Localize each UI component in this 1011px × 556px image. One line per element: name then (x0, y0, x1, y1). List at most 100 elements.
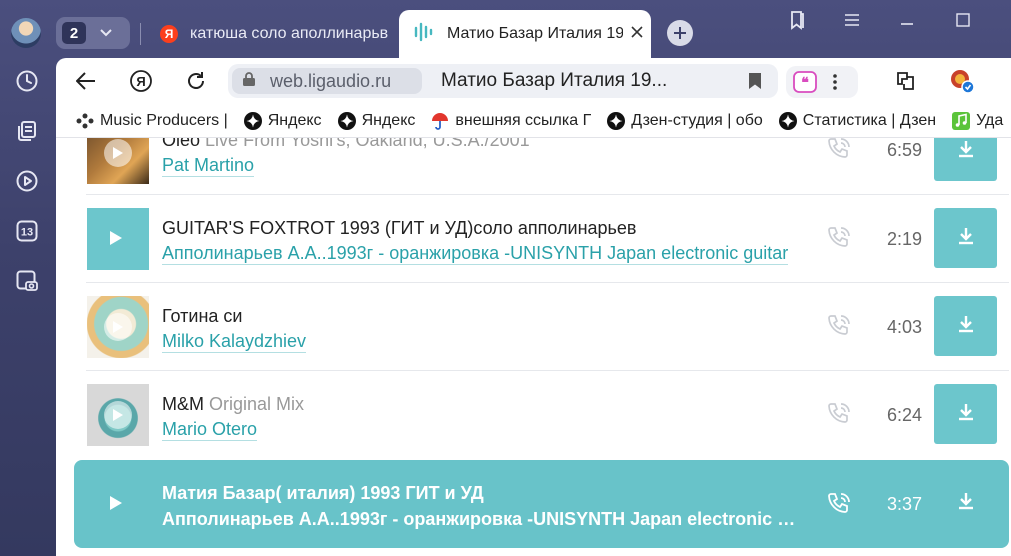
svg-text:❝: ❝ (801, 74, 809, 90)
track-title: Готина си (162, 306, 802, 327)
track-artist-link[interactable]: Milko Kalaydzhiev (162, 330, 307, 353)
track-duration: 6:24 (886, 405, 922, 425)
track-title-text: Готина си (162, 306, 243, 326)
bookmark-item-0[interactable]: Music Producers | (76, 112, 228, 130)
bookmark-label: Яндекс (267, 111, 322, 129)
tab-strip: 2 Я катюша соло аполлинарьв Матио Базар … (56, 0, 1011, 58)
track-row[interactable]: Oleo Live From Yoshi's, Oakland, U.S.A./… (74, 138, 1009, 195)
track-cover-placeholder (87, 473, 149, 535)
phone-ringtone-icon[interactable] (826, 225, 852, 256)
bookmark-item-3[interactable]: внешняя ссылка Г (431, 112, 591, 130)
bookmark-item-1[interactable]: Яндекс (243, 111, 322, 130)
bookmark-label: Music Producers | (100, 111, 228, 129)
reload-icon[interactable] (182, 67, 210, 95)
bookmark-item-4[interactable]: Дзен-студия | обо (607, 111, 763, 130)
screenshot-icon[interactable] (13, 267, 41, 295)
track-cover-image (87, 384, 149, 446)
track-mix: Original Mix (209, 394, 305, 414)
bookmarks-bar: Music Producers | Яндекс Яндекс внешняя … (56, 104, 1011, 138)
track-title-text: Матия Базар( италия) 1993 ГИТ и УД (162, 483, 484, 503)
phone-ringtone-icon[interactable] (826, 491, 852, 522)
bookmark-item-2[interactable]: Яндекс (337, 111, 415, 130)
play-icon[interactable] (109, 495, 123, 516)
track-title-text: M&M (162, 394, 204, 414)
history-icon[interactable] (13, 67, 41, 95)
track-title-text: GUITAR'S FOXTROT 1993 (ГИТ и УД)соло апп… (162, 218, 637, 238)
play-icon[interactable] (104, 139, 132, 167)
download-button[interactable] (934, 208, 997, 268)
track-artist-link[interactable]: Апполинарьев А.А..1993г - оранжировка -U… (162, 508, 804, 530)
tab-group-button[interactable]: 2 (56, 17, 130, 49)
track-artist-link[interactable]: Апполинарьев А.А..1993г - оранжировка -U… (162, 242, 789, 265)
track-mix: Live From Yoshi's, Oakland, U.S.A./2001 (205, 138, 530, 150)
track-artist-link[interactable]: Mario Otero (162, 418, 258, 441)
download-button[interactable] (934, 384, 997, 444)
download-icon (956, 226, 976, 251)
calendar-icon[interactable]: 13 (13, 217, 41, 245)
bookmark-item-5[interactable]: Статистика | Дзен (778, 111, 937, 130)
profile-avatar[interactable] (11, 18, 41, 48)
address-bar[interactable]: web.ligaudio.ru Матио Базар Италия 19... (228, 64, 778, 98)
svg-text:Я: Я (136, 74, 145, 89)
track-duration: 6:59 (886, 140, 922, 160)
track-title: M&M Original Mix (162, 394, 802, 415)
close-icon[interactable] (631, 25, 643, 43)
phone-ringtone-icon[interactable] (826, 138, 852, 167)
zen-icon (243, 111, 262, 130)
phone-ringtone-icon[interactable] (826, 313, 852, 344)
track-cover-placeholder (87, 208, 149, 270)
play-icon[interactable] (109, 230, 123, 251)
bookmark-label: Уда (976, 111, 1004, 129)
more-vertical-icon[interactable] (832, 73, 838, 96)
extension-badge-icon[interactable] (948, 67, 976, 95)
track-row-active[interactable]: Матия Базар( италия) 1993 ГИТ и УД Аппол… (74, 460, 1009, 548)
download-button[interactable] (934, 296, 997, 356)
download-icon (956, 402, 976, 427)
track-duration: 3:37 (886, 494, 922, 514)
bookmark-label: внешняя ссылка Г (455, 111, 592, 129)
bookmark-label: Статистика | Дзен (802, 111, 937, 129)
bookmark-item-6[interactable]: Уда (952, 111, 1004, 130)
play-icon[interactable] (104, 401, 132, 429)
track-title: Матия Базар( италия) 1993 ГИТ и УД (162, 483, 802, 504)
tab-count: 2 (62, 22, 86, 44)
download-button[interactable] (934, 138, 997, 181)
tab-yandex-search[interactable]: Я катюша соло аполлинарьв (160, 18, 396, 50)
tab-divider (140, 23, 141, 45)
phone-ringtone-icon[interactable] (826, 401, 852, 432)
back-icon[interactable] (72, 67, 100, 95)
download-button[interactable] (934, 473, 997, 533)
track-row[interactable]: GUITAR'S FOXTROT 1993 (ГИТ и УД)соло апп… (74, 195, 1009, 283)
maximize-icon[interactable] (948, 8, 978, 32)
video-play-icon[interactable] (13, 167, 41, 195)
zen-icon (778, 111, 797, 130)
tab-title: катюша соло аполлинарьв (190, 25, 389, 42)
yandex-logo-icon: Я (160, 25, 178, 43)
umbrella-icon (431, 112, 449, 130)
collections-icon[interactable] (13, 117, 41, 145)
url-domain: web.ligaudio.ru (270, 70, 392, 91)
extensions-icon[interactable] (892, 67, 920, 95)
bookmark-label: Дзен-студия | обо (631, 111, 763, 129)
menu-icon[interactable] (837, 8, 867, 32)
yandex-home-icon[interactable]: Я (127, 67, 155, 95)
zen-icon (607, 111, 626, 130)
track-duration: 4:03 (886, 317, 922, 337)
new-tab-button[interactable] (667, 20, 693, 46)
play-icon[interactable] (104, 313, 132, 341)
bookmark-icon[interactable] (748, 72, 762, 95)
svg-text:13: 13 (21, 227, 33, 239)
track-row[interactable]: Готина си Milko Kalaydzhiev 4:03 (74, 283, 1009, 371)
track-title: GUITAR'S FOXTROT 1993 (ГИТ и УД)соло апп… (162, 218, 802, 239)
bookmarks-panel-icon[interactable] (782, 8, 812, 32)
tab-active-ligaudio[interactable]: Матио Базар Италия 19 (399, 10, 651, 58)
track-artist-link[interactable]: Pat Martino (162, 154, 255, 177)
track-cover-image (87, 138, 149, 184)
track-title-text: Oleo (162, 138, 201, 150)
track-duration: 2:19 (886, 229, 922, 249)
minimize-icon[interactable] (892, 8, 922, 32)
alice-assistant-widget[interactable]: ❝ (786, 66, 858, 98)
producers-icon (76, 113, 94, 129)
site-info-button[interactable]: web.ligaudio.ru (232, 68, 422, 94)
track-row[interactable]: M&M Original Mix Mario Otero 6:24 (74, 371, 1009, 459)
